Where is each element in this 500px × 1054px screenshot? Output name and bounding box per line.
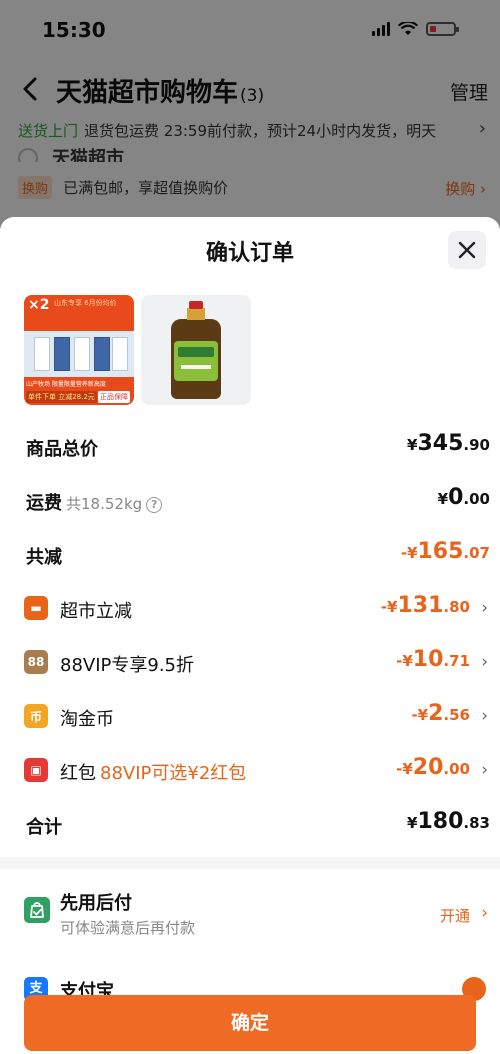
bottle-label-logo bbox=[178, 347, 214, 357]
shipping-row: 运费 共18.52kg? ¥0.00 bbox=[0, 481, 500, 521]
currency-symbol: ¥ bbox=[437, 490, 449, 508]
amount-decimal: .80 bbox=[443, 598, 470, 616]
help-icon[interactable]: ? bbox=[146, 497, 163, 513]
quantity-badge: ×2 bbox=[28, 297, 50, 313]
gold-coin-icon: 币 bbox=[24, 704, 48, 728]
bottle-label-line bbox=[181, 365, 211, 369]
discount-row-gold-coin[interactable]: 币 淘金币 -¥2.56 › bbox=[0, 697, 500, 737]
red-packet-icon: ▣ bbox=[24, 758, 48, 782]
discount-label: 88VIP专享9.5折 bbox=[60, 655, 195, 676]
pay-later-title: 先用后付 bbox=[60, 893, 132, 914]
currency-symbol: -¥ bbox=[396, 760, 413, 778]
promo-footer: 山产牧场 限量限量营养新高度 单件下单 立减28.2元 正品保障 bbox=[24, 377, 134, 405]
discount-amount: -¥131.80 bbox=[381, 593, 470, 618]
amount-decimal: .71 bbox=[443, 652, 470, 670]
promo-stamp: 单件下单 立减28.2元 bbox=[26, 391, 97, 403]
amount-integer: 0 bbox=[448, 485, 464, 510]
promo-banner: ×2 山东专享 6月份均价 bbox=[24, 295, 134, 331]
product-thumbnail-oil[interactable] bbox=[141, 295, 251, 405]
pay-later-option[interactable]: 先用后付 可体验满意后再付款 开通 › bbox=[0, 885, 500, 941]
grand-total-row: 合计 ¥180.83 bbox=[0, 805, 500, 845]
discount-row-88vip[interactable]: 88 88VIP专享9.5折 -¥10.71 › bbox=[0, 643, 500, 683]
subtotal-row: 商品总价 ¥345.90 bbox=[0, 427, 500, 467]
amount-integer: 180 bbox=[417, 809, 464, 834]
promo-footer-text: 山产牧场 限量限量营养新高度 bbox=[26, 381, 106, 388]
chevron-right-icon[interactable]: › bbox=[481, 760, 488, 780]
discount-row-red-packet[interactable]: ▣ 红包 88VIP可选¥2红包 -¥20.00 › bbox=[0, 751, 500, 791]
milk-box bbox=[94, 337, 110, 371]
amount-integer: 165 bbox=[417, 539, 464, 564]
88vip-icon: 88 bbox=[24, 650, 48, 674]
subtotal-label: 商品总价 bbox=[26, 439, 98, 460]
discount-label: 淘金币 bbox=[60, 709, 114, 730]
amount-decimal: .00 bbox=[463, 490, 490, 508]
discount-amount: -¥10.71 bbox=[396, 647, 470, 672]
shipping-weight: 共18.52kg bbox=[66, 495, 143, 513]
chevron-right-icon[interactable]: › bbox=[481, 652, 488, 672]
discount-amount: -¥20.00 bbox=[396, 755, 470, 780]
amount-decimal: .56 bbox=[443, 706, 470, 724]
discount-label: 超市立减 bbox=[60, 601, 132, 622]
confirm-button[interactable]: 确定 bbox=[24, 995, 476, 1051]
bottle-cap bbox=[189, 301, 203, 309]
grand-total-label: 合计 bbox=[26, 817, 62, 838]
sheet-title: 确认订单 bbox=[205, 241, 294, 266]
currency-symbol: -¥ bbox=[380, 598, 398, 616]
bottle-neck bbox=[187, 308, 205, 320]
product-thumbnail-milk[interactable]: ×2 山东专享 6月份均价 山产牧场 限量限量营养新高度 单件下单 立减28.2… bbox=[24, 295, 134, 405]
currency-symbol: -¥ bbox=[411, 706, 429, 724]
subtotal-amount: ¥345.90 bbox=[407, 431, 490, 456]
promo-tag-text: 山东专享 6月份均价 bbox=[54, 299, 117, 307]
pay-later-subtitle: 可体验满意后再付款 bbox=[60, 919, 196, 937]
milk-box bbox=[54, 337, 70, 371]
amount-integer: 10 bbox=[412, 647, 444, 672]
chevron-right-icon[interactable]: › bbox=[481, 706, 488, 726]
shipping-amount: ¥0.00 bbox=[438, 485, 490, 510]
discount-amount: -¥2.56 bbox=[411, 701, 470, 726]
amount-decimal: .00 bbox=[443, 760, 470, 778]
close-button[interactable] bbox=[448, 231, 486, 269]
amount-integer: 2 bbox=[428, 701, 444, 726]
amount-integer: 131 bbox=[397, 593, 444, 618]
total-discount-label: 共减 bbox=[26, 547, 62, 568]
amount-decimal: .83 bbox=[463, 814, 490, 832]
discount-row-supermarket[interactable]: ▬ 超市立减 -¥131.80 › bbox=[0, 589, 500, 629]
amount-integer: 345 bbox=[417, 431, 464, 456]
grand-total-amount: ¥180.83 bbox=[407, 809, 490, 834]
shipping-label: 运费 共18.52kg? bbox=[26, 489, 163, 515]
amount-decimal: .07 bbox=[463, 544, 490, 562]
close-icon bbox=[458, 241, 476, 259]
amount-integer: 20 bbox=[412, 755, 444, 780]
currency-symbol: -¥ bbox=[400, 544, 418, 562]
milk-box bbox=[112, 337, 128, 371]
total-discount-row: 共减 -¥165.07 bbox=[0, 535, 500, 575]
milk-box bbox=[74, 337, 90, 371]
discount-label: 红包 88VIP可选¥2红包 bbox=[60, 759, 246, 785]
shipping-label-text: 运费 bbox=[26, 493, 62, 514]
confirm-order-sheet: 确认订单 ×2 山东专享 6月份均价 山产牧场 限量限量营养新高度 单件下单 立… bbox=[0, 217, 500, 1054]
discount-label-text: 红包 bbox=[60, 763, 96, 784]
milk-box bbox=[34, 337, 50, 371]
pay-later-icon bbox=[24, 897, 50, 923]
chevron-right-icon[interactable]: › bbox=[481, 598, 488, 618]
currency-symbol: ¥ bbox=[407, 436, 418, 454]
currency-symbol: -¥ bbox=[396, 652, 413, 670]
total-discount-amount: -¥165.07 bbox=[401, 539, 490, 564]
supermarket-icon: ▬ bbox=[24, 596, 48, 620]
currency-symbol: ¥ bbox=[407, 814, 418, 832]
amount-decimal: .90 bbox=[463, 436, 490, 454]
section-divider bbox=[0, 857, 500, 869]
pay-later-open-link[interactable]: 开通 bbox=[440, 905, 470, 926]
promo-stamp-guarantee: 正品保障 bbox=[98, 391, 130, 403]
chevron-right-icon[interactable]: › bbox=[481, 903, 488, 923]
discount-highlight: 88VIP可选¥2红包 bbox=[100, 763, 247, 784]
